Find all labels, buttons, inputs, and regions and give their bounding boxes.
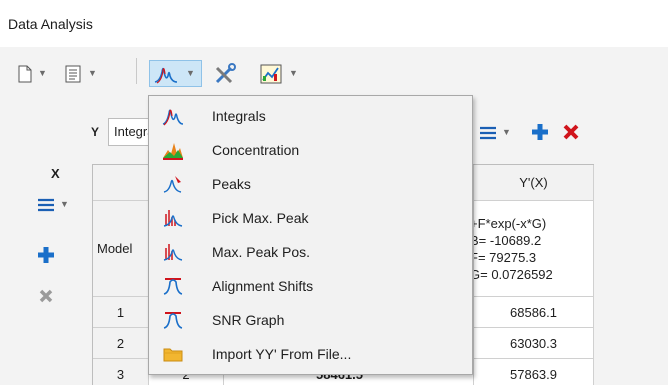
menu-item-pick-max-peak[interactable]: Pick Max. Peak (150, 201, 471, 235)
add-icon[interactable] (35, 244, 57, 266)
pick-max-peak-icon (158, 206, 188, 230)
chevron-down-icon[interactable]: ▼ (60, 199, 69, 209)
formula-line: F= 79275.3 (474, 249, 537, 265)
row-header[interactable]: 2 (93, 328, 149, 359)
window-title: Data Analysis (8, 16, 93, 32)
add-icon[interactable] (528, 120, 552, 144)
row-header[interactable]: 1 (93, 297, 149, 328)
chart-image-icon[interactable] (258, 62, 284, 86)
y-axis-label: Y (91, 125, 100, 139)
list-menu-icon[interactable] (478, 124, 498, 142)
list-menu-icon[interactable] (36, 196, 56, 214)
x-axis-label: X (51, 166, 60, 181)
delete-icon (37, 287, 55, 305)
menu-item-label: Max. Peak Pos. (212, 244, 311, 260)
row-header[interactable]: 3 (93, 359, 149, 385)
menu-item-label: Alignment Shifts (212, 278, 314, 294)
menu-item-label: SNR Graph (212, 312, 285, 328)
folder-icon (158, 342, 188, 366)
toolbar-separator (136, 58, 137, 84)
chevron-down-icon[interactable]: ▼ (502, 127, 511, 137)
corner-header (93, 165, 149, 201)
tools-icon[interactable] (212, 62, 238, 86)
menu-item-integrals[interactable]: Integrals (150, 99, 471, 133)
spectrum-peaks-icon[interactable] (153, 63, 179, 85)
menu-item-alignment-shifts[interactable]: Alignment Shifts (150, 269, 471, 303)
delete-icon[interactable] (560, 121, 582, 143)
menu-item-label: Concentration (212, 142, 300, 158)
table-cell[interactable]: 63030.3 (474, 328, 594, 359)
formula-line: G= 0.0726592 (474, 266, 553, 282)
chevron-down-icon[interactable]: ▼ (88, 68, 97, 78)
menu-item-label: Peaks (212, 176, 251, 192)
table-cell[interactable]: 68586.1 (474, 297, 594, 328)
chevron-down-icon[interactable]: ▼ (38, 68, 47, 78)
concentration-icon (158, 138, 188, 162)
document-list-icon[interactable] (63, 64, 83, 84)
analysis-dropdown-menu: Integrals Concentration Peaks Pick Max. … (148, 95, 473, 375)
menu-item-peaks[interactable]: Peaks (150, 167, 471, 201)
menu-item-label: Pick Max. Peak (212, 210, 309, 226)
peaks-icon (158, 172, 188, 196)
snr-graph-icon (158, 308, 188, 332)
model-formula-cell[interactable]: +F*exp(-x*G) B= -10689.2 F= 79275.3 G= 0… (474, 201, 594, 297)
row-header-model: Model (93, 201, 149, 297)
formula-line: B= -10689.2 (474, 232, 542, 248)
new-document-icon[interactable] (16, 64, 34, 84)
table-cell[interactable]: 57863.9 (474, 359, 594, 385)
menu-item-label: Import YY' From File... (212, 346, 352, 362)
menu-item-label: Integrals (212, 108, 266, 124)
formula-line: +F*exp(-x*G) (474, 215, 547, 231)
alignment-shifts-icon (158, 274, 188, 298)
chevron-down-icon[interactable]: ▼ (186, 68, 195, 78)
menu-item-max-peak-pos[interactable]: Max. Peak Pos. (150, 235, 471, 269)
menu-item-snr-graph[interactable]: SNR Graph (150, 303, 471, 337)
menu-item-import-from-file[interactable]: Import YY' From File... (150, 337, 471, 371)
chevron-down-icon[interactable]: ▼ (289, 68, 298, 78)
integrals-icon (158, 104, 188, 128)
menu-item-concentration[interactable]: Concentration (150, 133, 471, 167)
column-header-yx[interactable]: Y'(X) (474, 165, 594, 201)
max-peak-pos-icon (158, 240, 188, 264)
